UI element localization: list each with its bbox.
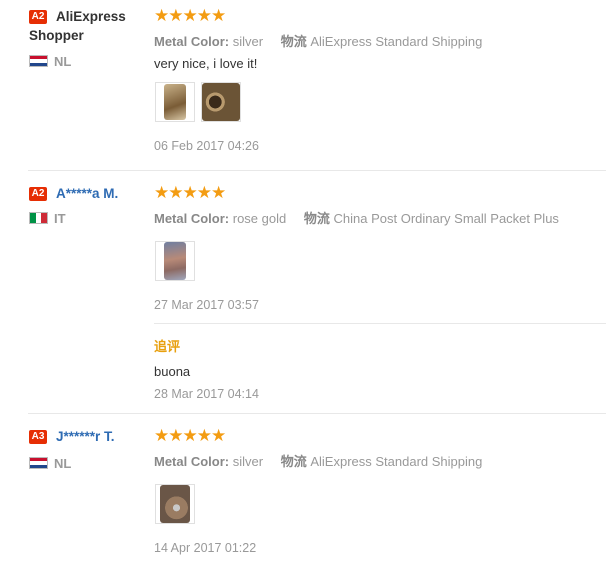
attr-label: Metal Color: [154, 454, 230, 469]
followup-date: 28 Mar 2017 04:14 [154, 387, 259, 401]
review-attributes: Metal Color: silver 物流 AliExpress Standa… [154, 451, 482, 470]
shipping-value: AliExpress Standard Shipping [310, 34, 483, 49]
buyer-level-badge: A2 [29, 10, 47, 24]
review-photo-thumbnail[interactable] [201, 82, 241, 122]
review-photo-thumbnail[interactable] [155, 484, 195, 524]
buyer-level-badge: A3 [29, 430, 47, 444]
review-attributes: Metal Color: rose gold 物流 China Post Ord… [154, 208, 559, 227]
shipping-value: AliExpress Standard Shipping [310, 454, 483, 469]
buyer-country: IT [54, 211, 66, 226]
pendant-photo [164, 84, 186, 120]
review-date: 06 Feb 2017 04:26 [154, 139, 259, 153]
pendant-photo [160, 485, 190, 523]
review-date: 14 Apr 2017 01:22 [154, 541, 257, 555]
attr-value: silver [232, 34, 264, 49]
buyer-name-line2: Shopper [29, 28, 84, 43]
buyer-name[interactable]: A*****a M. [56, 184, 118, 203]
review-date: 27 Mar 2017 03:57 [154, 298, 259, 312]
review-photo-thumbnail[interactable] [155, 82, 195, 122]
buyer-country: NL [54, 54, 72, 69]
nl-flag-icon [29, 55, 48, 67]
buyer-level-badge: A2 [29, 187, 47, 201]
shipping-label: 物流 [280, 454, 307, 469]
attr-value: rose gold [232, 211, 287, 226]
star-rating: ★★★★★ [154, 6, 226, 25]
followup-text: buona [154, 364, 191, 379]
attr-label: Metal Color: [154, 211, 230, 226]
star-rating: ★★★★★ [154, 183, 226, 202]
buyer-name[interactable]: J******r T. [56, 427, 115, 446]
review-divider [28, 413, 606, 414]
nl-flag-icon [29, 457, 48, 469]
followup-divider [154, 323, 606, 324]
review-photo-thumbnail[interactable] [155, 241, 195, 281]
shipping-label: 物流 [303, 211, 330, 226]
shipping-label: 物流 [280, 34, 307, 49]
shipping-value: China Post Ordinary Small Packet Plus [333, 211, 559, 226]
it-flag-icon [29, 212, 48, 224]
attr-label: Metal Color: [154, 34, 230, 49]
review-divider [28, 170, 606, 171]
buyer-country: NL [54, 456, 72, 471]
review-text: very nice, i love it! [154, 56, 258, 71]
review-attributes: Metal Color: silver 物流 AliExpress Standa… [154, 31, 482, 50]
buyer-name-line1: AliExpress [56, 9, 126, 24]
attr-value: silver [232, 454, 264, 469]
star-rating: ★★★★★ [154, 426, 226, 445]
pendant-photo [202, 83, 240, 121]
pendant-photo [164, 242, 186, 280]
followup-label: 追评 [154, 339, 181, 354]
